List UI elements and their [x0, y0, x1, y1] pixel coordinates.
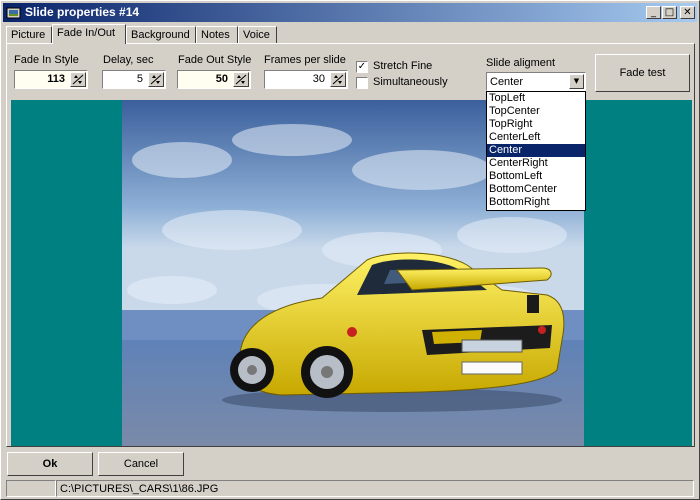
tab-fade-in-out[interactable]: Fade In/Out — [52, 24, 126, 44]
dropdown-option-bottomright[interactable]: BottomRight — [487, 196, 585, 209]
slide-alignment-select[interactable]: Center ▼ — [486, 72, 586, 91]
dropdown-option-bottomcenter[interactable]: BottomCenter — [487, 183, 585, 196]
fade-in-style-spinner[interactable]: 113 — [14, 70, 88, 89]
simultaneously-label: Simultaneously — [373, 76, 448, 88]
cancel-button[interactable]: Cancel — [98, 452, 184, 476]
fade-test-button[interactable]: Fade test — [595, 54, 690, 92]
window-title: Slide properties #14 — [25, 5, 140, 19]
dropdown-option-centerleft[interactable]: CenterLeft — [487, 131, 585, 144]
dropdown-option-topright[interactable]: TopRight — [487, 118, 585, 131]
fade-in-style-label: Fade In Style — [14, 54, 79, 66]
title-bar[interactable]: Slide properties #14 _ □ ✕ — [3, 3, 697, 22]
fade-out-style-value: 50 — [215, 73, 228, 85]
frames-per-slide-label: Frames per slide — [264, 54, 346, 66]
stretch-fine-checkbox[interactable]: ✓ — [356, 61, 368, 73]
status-bar-left-pane — [6, 480, 56, 497]
slide-alignment-label: Slide aligment — [486, 57, 556, 69]
spin-arrows-icon[interactable] — [70, 72, 86, 87]
spin-arrows-icon[interactable] — [330, 72, 346, 87]
delay-label: Delay, sec — [103, 54, 154, 66]
tab-notes[interactable]: Notes — [196, 26, 238, 43]
spin-arrows-icon[interactable] — [148, 72, 164, 87]
fade-out-style-label: Fade Out Style — [178, 54, 252, 66]
delay-value: 5 — [136, 73, 143, 85]
frames-per-slide-spinner[interactable]: 30 — [264, 70, 348, 89]
minimize-button[interactable]: _ — [646, 6, 661, 19]
fade-in-style-value: 113 — [47, 73, 65, 85]
dropdown-option-centerright[interactable]: CenterRight — [487, 157, 585, 170]
app-icon — [6, 7, 21, 19]
dropdown-option-bottomleft[interactable]: BottomLeft — [487, 170, 585, 183]
slide-preview — [11, 100, 692, 446]
delay-spinner[interactable]: 5 — [102, 70, 166, 89]
dropdown-option-topcenter[interactable]: TopCenter — [487, 105, 585, 118]
tab-background[interactable]: Background — [126, 26, 196, 43]
spin-arrows-icon[interactable] — [233, 72, 249, 87]
slide-properties-window: Slide properties #14 _ □ ✕ Picture Fade … — [0, 0, 700, 500]
fade-out-style-spinner[interactable]: 50 — [177, 70, 251, 89]
slide-alignment-dropdown: TopLeft TopCenter TopRight CenterLeft Ce… — [486, 91, 586, 211]
tab-picture[interactable]: Picture — [6, 26, 52, 43]
tab-voice[interactable]: Voice — [238, 26, 277, 43]
close-button[interactable]: ✕ — [680, 6, 695, 19]
simultaneously-checkbox[interactable] — [356, 77, 368, 89]
slide-alignment-value: Center — [490, 76, 524, 88]
ok-button[interactable]: Ok — [7, 452, 93, 476]
status-path: C:\PICTURES\_CARS\1\86.JPG — [56, 480, 694, 497]
frames-per-slide-value: 30 — [312, 73, 325, 85]
chevron-down-icon[interactable]: ▼ — [569, 74, 584, 89]
dropdown-option-center[interactable]: Center — [487, 144, 585, 157]
dropdown-option-topleft[interactable]: TopLeft — [487, 92, 585, 105]
maximize-button[interactable]: □ — [662, 6, 677, 19]
stretch-fine-label: Stretch Fine — [373, 60, 433, 72]
